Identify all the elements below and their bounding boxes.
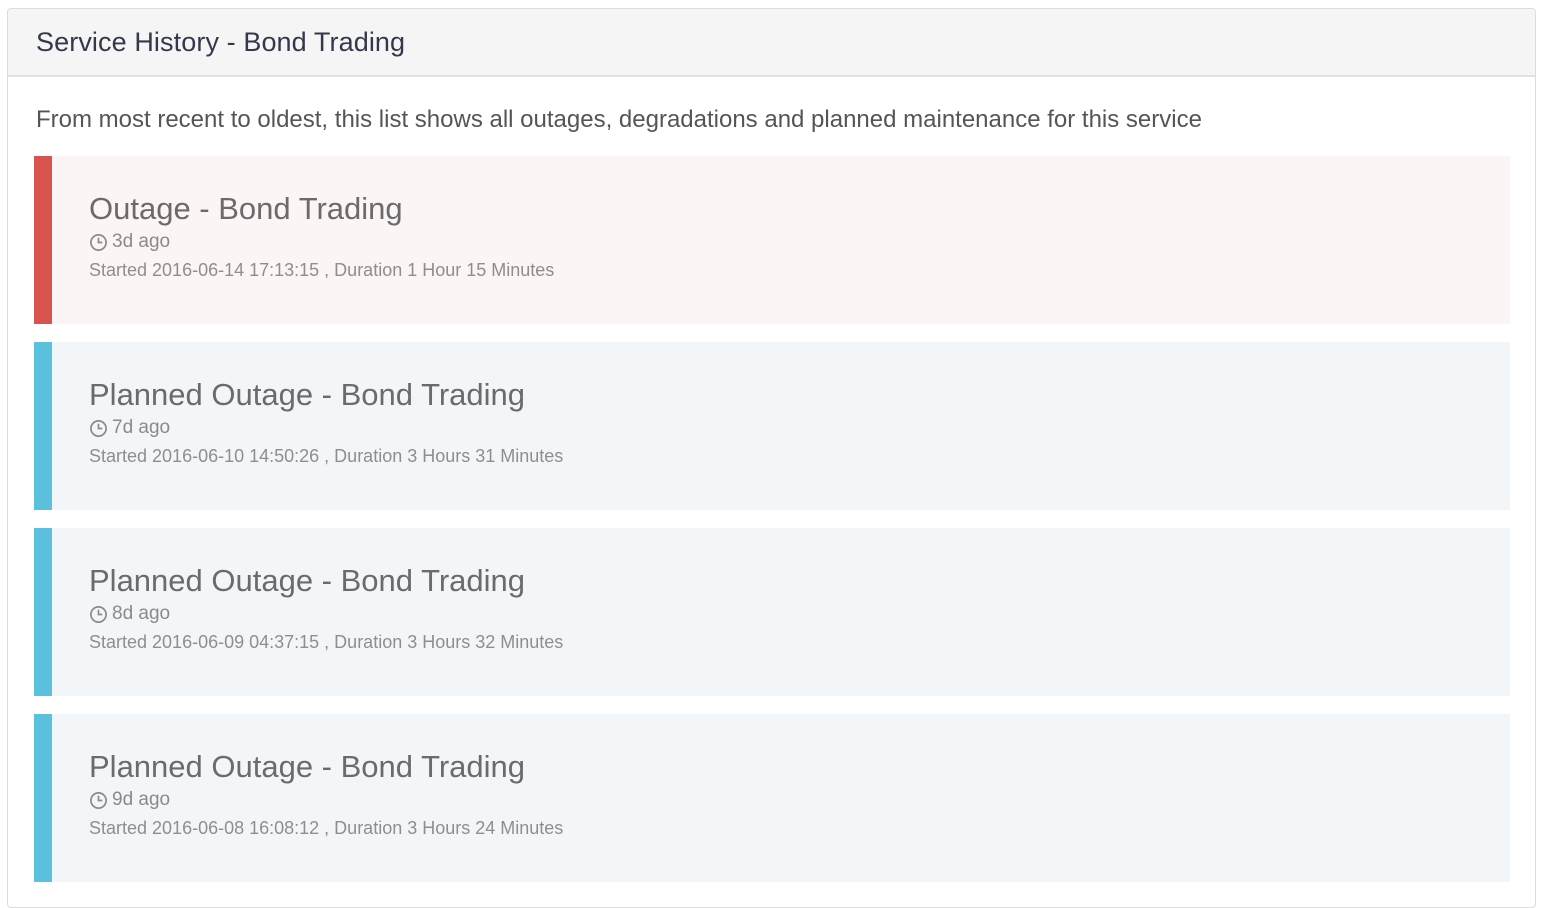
event-age: 7d ago <box>89 415 1510 441</box>
clock-icon <box>90 605 107 623</box>
event-body: Planned Outage - Bond Trading 8d ago Sta… <box>52 528 1510 696</box>
event-ago-text: 3d ago <box>112 231 171 252</box>
service-history-panel: Service History - Bond Trading From most… <box>7 8 1536 908</box>
event-body: Planned Outage - Bond Trading 9d ago Sta… <box>52 714 1510 882</box>
event-item[interactable]: Planned Outage - Bond Trading 9d ago Sta… <box>34 714 1510 882</box>
event-age: 8d ago <box>89 601 1510 627</box>
event-list: Outage - Bond Trading 3d ago Started 201… <box>34 156 1510 900</box>
panel-title: Service History - Bond Trading <box>36 26 406 57</box>
event-ago-text: 7d ago <box>112 417 171 438</box>
event-body: Planned Outage - Bond Trading 7d ago Sta… <box>52 342 1510 510</box>
event-meta: Started 2016-06-14 17:13:15 , Duration 1… <box>89 260 555 280</box>
event-ago-text: 8d ago <box>112 603 171 624</box>
event-status-bar <box>34 342 52 510</box>
event-title[interactable]: Planned Outage - Bond Trading <box>89 562 1510 600</box>
event-ago-text: 9d ago <box>112 789 171 810</box>
event-meta: Started 2016-06-10 14:50:26 , Duration 3… <box>89 446 564 466</box>
event-title[interactable]: Planned Outage - Bond Trading <box>89 376 1510 414</box>
clock-icon <box>90 791 107 809</box>
event-status-bar <box>34 156 52 324</box>
panel-header: Service History - Bond Trading <box>8 9 1535 77</box>
clock-icon <box>90 233 107 251</box>
event-status-bar <box>34 528 52 696</box>
event-title[interactable]: Planned Outage - Bond Trading <box>89 748 1510 786</box>
event-age: 3d ago <box>89 229 1510 255</box>
event-meta: Started 2016-06-08 16:08:12 , Duration 3… <box>89 818 564 838</box>
event-age: 9d ago <box>89 787 1510 813</box>
event-meta: Started 2016-06-09 04:37:15 , Duration 3… <box>89 632 564 652</box>
event-status-bar <box>34 714 52 882</box>
event-item[interactable]: Outage - Bond Trading 3d ago Started 201… <box>34 156 1510 324</box>
intro-text: From most recent to oldest, this list sh… <box>36 106 1202 133</box>
clock-icon <box>90 419 107 437</box>
event-item[interactable]: Planned Outage - Bond Trading 8d ago Sta… <box>34 528 1510 696</box>
event-item[interactable]: Planned Outage - Bond Trading 7d ago Sta… <box>34 342 1510 510</box>
event-title[interactable]: Outage - Bond Trading <box>89 190 1510 228</box>
event-body: Outage - Bond Trading 3d ago Started 201… <box>52 156 1510 324</box>
